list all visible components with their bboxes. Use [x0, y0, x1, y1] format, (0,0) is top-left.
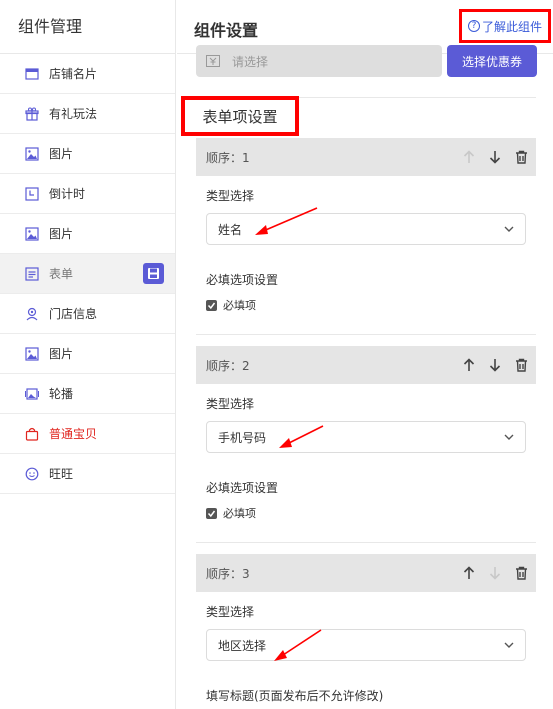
required-checkbox-label: 必填项 — [223, 299, 256, 312]
sidebar-item-gift-play[interactable]: 有礼玩法 — [0, 94, 175, 134]
form-item-header: 顺序：3 — [196, 554, 536, 592]
coupon-row: 请选择 选择优惠券 — [196, 45, 537, 77]
type-select[interactable]: 地区选择 — [206, 629, 526, 661]
move-down-icon[interactable] — [486, 356, 504, 374]
clock-icon — [25, 186, 39, 201]
sidebar-item-label: 图片 — [49, 347, 74, 361]
sidebar-item-normal-product[interactable]: 普通宝贝 — [0, 414, 175, 454]
move-down-icon[interactable] — [486, 148, 504, 166]
component-settings-panel: 组件设置 ? 了解此组件 请选择 选择优惠券 表单项设置 顺序：1 类型选择 姓… — [177, 0, 553, 709]
select-coupon-button[interactable]: 选择优惠券 — [447, 45, 537, 77]
chevron-down-icon — [504, 434, 514, 440]
chat-icon — [25, 467, 39, 481]
type-select[interactable]: 手机号码 — [206, 421, 526, 453]
learn-link-label: 了解此组件 — [481, 19, 542, 34]
type-select-value: 姓名 — [218, 222, 243, 237]
type-select-value: 手机号码 — [218, 430, 267, 445]
move-down-icon — [486, 564, 504, 582]
move-up-icon[interactable] — [460, 564, 478, 582]
sidebar-item-label: 图片 — [49, 227, 74, 241]
move-up-icon[interactable] — [460, 356, 478, 374]
type-select-value: 地区选择 — [218, 638, 267, 653]
order-label: 顺序：3 — [206, 566, 250, 581]
move-up-icon — [460, 148, 478, 166]
delete-icon[interactable] — [512, 564, 530, 582]
type-select-label: 类型选择 — [206, 605, 255, 619]
coupon-icon — [206, 55, 220, 67]
form-icon — [25, 266, 39, 281]
chevron-down-icon — [504, 226, 514, 232]
learn-component-link[interactable]: ? 了解此组件 — [459, 9, 551, 43]
sidebar-item-label: 旺旺 — [49, 467, 74, 481]
divider — [196, 334, 536, 335]
sidebar-item-label: 普通宝贝 — [49, 427, 98, 441]
required-checkbox-label: 必填项 — [223, 507, 256, 520]
required-checkbox[interactable] — [206, 299, 217, 311]
delete-icon[interactable] — [512, 148, 530, 166]
type-select-label: 类型选择 — [206, 189, 255, 203]
coupon-select[interactable]: 请选择 — [196, 45, 442, 77]
form-settings-title: 表单项设置 — [181, 96, 299, 136]
form-item-header: 顺序：1 — [196, 138, 536, 176]
coupon-placeholder: 请选择 — [232, 54, 269, 69]
sidebar-item-label: 倒计时 — [49, 187, 86, 201]
fill-title-label: 填写标题(页面发布后不允许修改) — [206, 689, 384, 703]
sidebar-item-image-1[interactable]: 图片 — [0, 134, 175, 174]
gift-icon — [25, 107, 39, 121]
sidebar-item-label: 有礼玩法 — [49, 107, 98, 121]
sidebar-title: 组件管理 — [0, 0, 175, 54]
delete-icon[interactable] — [512, 356, 530, 374]
sidebar-item-label: 轮播 — [49, 387, 74, 401]
sidebar-item-countdown[interactable]: 倒计时 — [0, 174, 175, 214]
type-select[interactable]: 姓名 — [206, 213, 526, 245]
carousel-icon — [25, 387, 39, 401]
sidebar-item-wangwang[interactable]: 旺旺 — [0, 454, 175, 494]
type-select-label: 类型选择 — [206, 397, 255, 411]
sidebar-item-image-3[interactable]: 图片 — [0, 334, 175, 374]
sidebar: 组件管理 店铺名片 有礼玩法 图片 倒计时 图片 表单 门店信息 图片 轮播 普… — [0, 0, 176, 709]
sidebar-item-label: 图片 — [49, 147, 74, 161]
divider — [196, 542, 536, 543]
image-icon — [25, 346, 39, 361]
page-title: 组件设置 — [194, 21, 259, 40]
storefront-icon — [25, 67, 39, 81]
form-item-header: 顺序：2 — [196, 346, 536, 384]
order-label: 顺序：2 — [206, 358, 250, 373]
required-setting-label: 必填选项设置 — [206, 481, 279, 495]
image-icon — [25, 226, 39, 241]
sidebar-item-store-card[interactable]: 店铺名片 — [0, 54, 175, 94]
shopping-bag-icon — [25, 427, 39, 441]
required-setting-label: 必填选项设置 — [206, 273, 279, 287]
order-label: 顺序：1 — [206, 150, 250, 165]
sidebar-item-form[interactable]: 表单 — [0, 254, 175, 294]
location-icon — [25, 307, 39, 321]
save-icon[interactable] — [143, 263, 164, 284]
sidebar-item-carousel[interactable]: 轮播 — [0, 374, 175, 414]
required-checkbox[interactable] — [206, 507, 217, 519]
required-checkbox-row: 必填项 — [206, 505, 256, 521]
sidebar-item-label: 表单 — [49, 267, 74, 281]
sidebar-item-store-info[interactable]: 门店信息 — [0, 294, 175, 334]
chevron-down-icon — [504, 642, 514, 648]
help-icon: ? — [467, 20, 480, 32]
image-icon — [25, 146, 39, 161]
sidebar-item-image-2[interactable]: 图片 — [0, 214, 175, 254]
required-checkbox-row: 必填项 — [206, 297, 256, 313]
sidebar-item-label: 门店信息 — [49, 307, 98, 321]
sidebar-item-label: 店铺名片 — [49, 67, 98, 81]
